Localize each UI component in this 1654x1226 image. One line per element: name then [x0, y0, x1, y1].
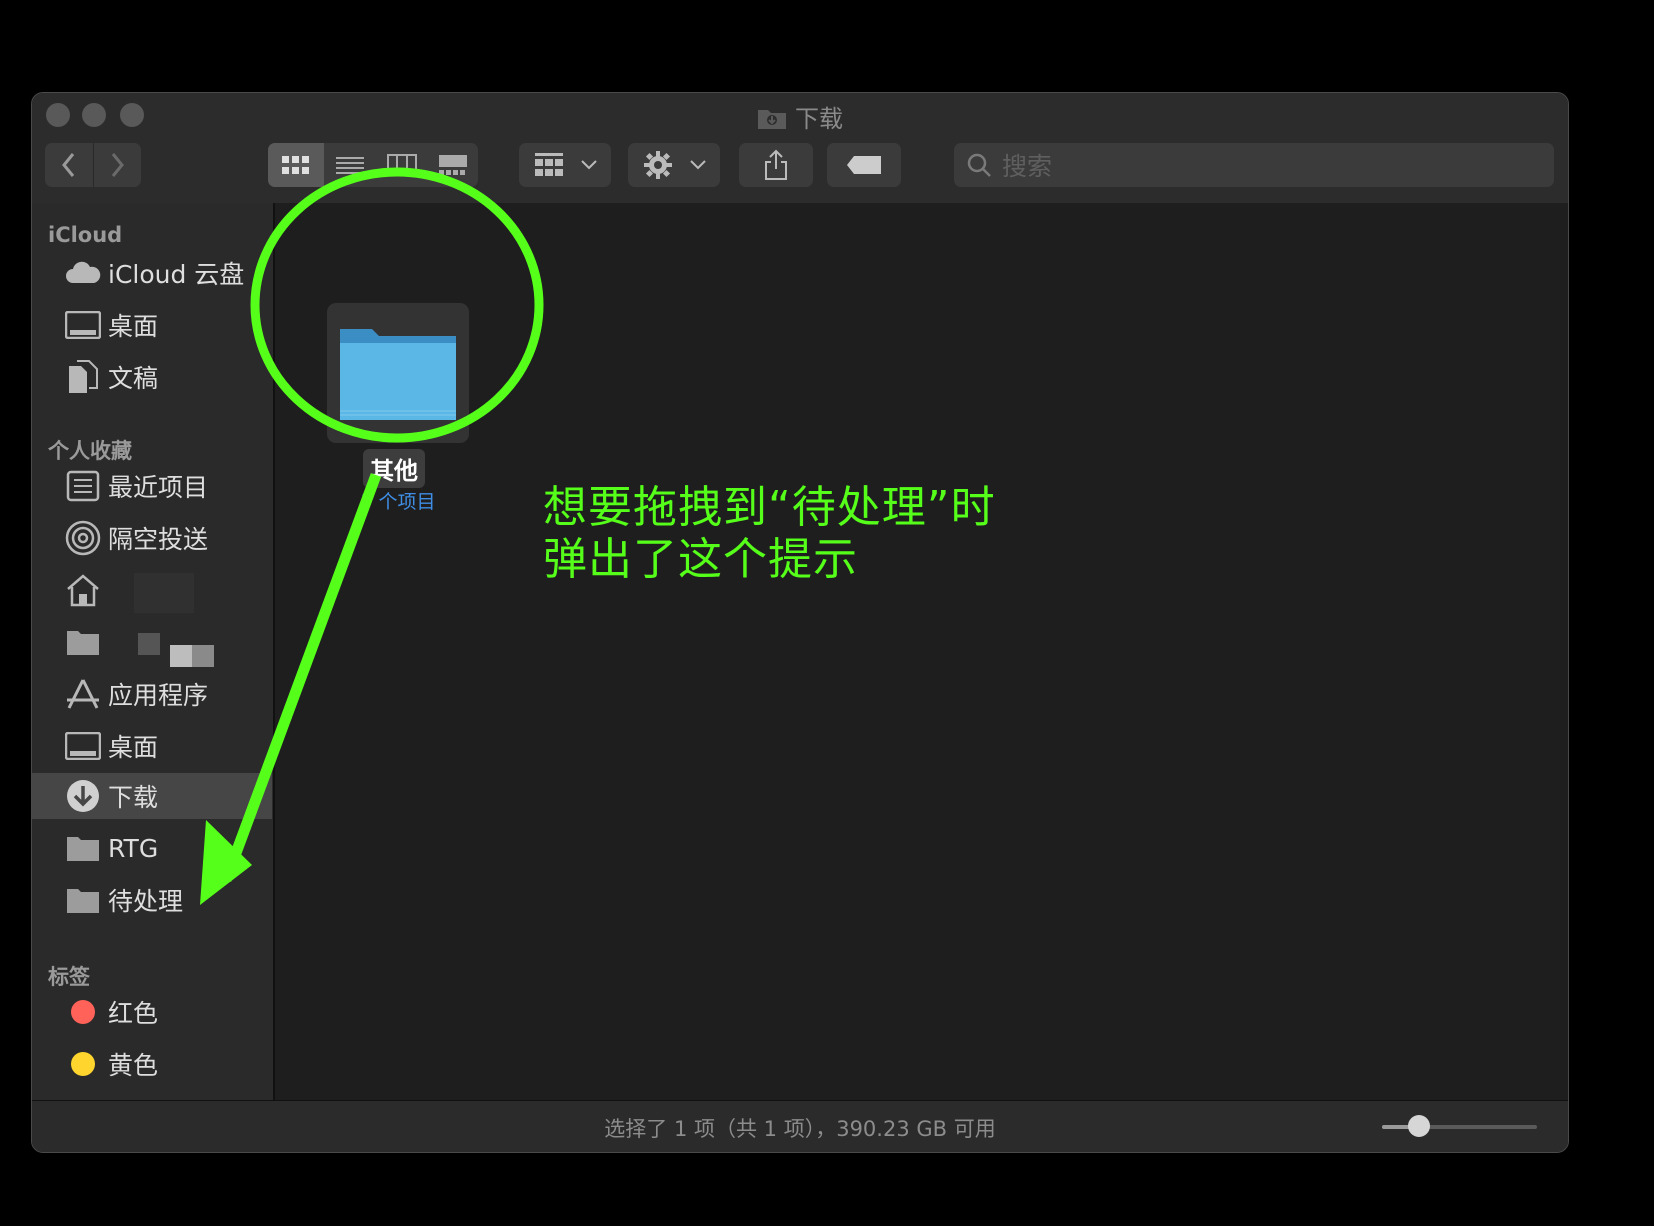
back-button[interactable] — [45, 143, 94, 187]
folder-item-other[interactable] — [327, 303, 469, 443]
icon-size-slider[interactable] — [1382, 1115, 1537, 1137]
chevron-right-icon — [111, 153, 124, 177]
icon-view-button[interactable] — [268, 143, 324, 187]
sidebar-item-documents[interactable]: 文稿 — [32, 354, 272, 400]
sidebar-item-icloud-drive[interactable]: iCloud 云盘 — [32, 250, 272, 296]
sidebar-item-downloads[interactable]: 下载 — [32, 773, 272, 819]
redacted-block — [192, 645, 214, 667]
sidebar-section-icloud: iCloud — [48, 223, 123, 247]
sidebar-item-recents[interactable]: 最近项目 — [32, 463, 272, 509]
tag-icon — [847, 156, 881, 174]
list-icon — [336, 157, 364, 174]
chevron-down-icon — [690, 160, 706, 170]
group-grid-icon — [535, 153, 563, 176]
folder-name-label[interactable]: 其他 — [363, 449, 425, 488]
sidebar-item-icloud-desktop[interactable]: 桌面 — [32, 302, 272, 348]
folder-icon — [64, 628, 102, 656]
desktop-icon — [64, 311, 102, 339]
gallery-view-button[interactable] — [428, 143, 478, 187]
sidebar-item-airdrop[interactable]: 隔空投送 — [32, 515, 272, 561]
window-title-text: 下载 — [795, 105, 843, 133]
title-folder-icon — [757, 106, 787, 136]
grid-icon — [282, 156, 309, 174]
nav-buttons — [45, 143, 141, 187]
action-button[interactable] — [628, 143, 720, 187]
cloud-icon — [64, 261, 102, 285]
folder-icon — [64, 886, 102, 914]
finder-window: 下载 搜索 iCloud iCloud 云盘 桌面 文稿 个人收藏 最近项目 隔… — [31, 92, 1569, 1153]
annotation-text: 想要拖拽到“待处理”时 弹出了这个提示 — [543, 482, 996, 586]
redacted-block — [138, 633, 160, 655]
forward-button[interactable] — [93, 143, 141, 187]
list-view-button[interactable] — [324, 143, 376, 187]
column-view-button[interactable] — [376, 143, 428, 187]
sidebar-item-tag-red[interactable]: 红色 — [32, 989, 272, 1035]
share-button[interactable] — [739, 143, 813, 187]
sidebar-section-favorites: 个人收藏 — [48, 439, 132, 463]
sidebar-section-tags: 标签 — [48, 965, 90, 989]
view-mode-control — [268, 143, 478, 187]
file-area: 其他 5 个项目 — [275, 203, 1568, 1103]
airdrop-icon — [64, 520, 102, 556]
desktop-icon — [64, 732, 102, 760]
chevron-left-icon — [62, 153, 75, 177]
status-text: 选择了 1 项（共 1 项），390.23 GB 可用 — [604, 1117, 996, 1141]
toolbar: 下载 搜索 — [32, 93, 1568, 204]
chevron-down-icon — [581, 160, 597, 170]
sidebar: iCloud iCloud 云盘 桌面 文稿 个人收藏 最近项目 隔空投送 应用… — [32, 203, 275, 1103]
status-bar: 选择了 1 项（共 1 项），390.23 GB 可用 — [32, 1100, 1568, 1152]
sidebar-item-applications[interactable]: 应用程序 — [32, 671, 272, 717]
redacted-block — [170, 645, 192, 667]
annotation-line-2: 弹出了这个提示 — [543, 534, 858, 585]
search-placeholder: 搜索 — [1002, 152, 1053, 181]
red-tag-dot-icon — [64, 999, 102, 1025]
window-title: 下载 — [32, 99, 1568, 136]
sidebar-item-tag-yellow[interactable]: 黄色 — [32, 1041, 272, 1087]
sidebar-item-desktop[interactable]: 桌面 — [32, 723, 272, 769]
group-button[interactable] — [519, 143, 611, 187]
folder-icon — [340, 329, 456, 420]
folder-item-count: 5 个项目 — [360, 491, 436, 513]
gear-icon — [644, 151, 672, 179]
home-icon — [64, 573, 102, 607]
sidebar-item-rtg[interactable]: RTG — [32, 825, 272, 871]
download-icon — [64, 778, 102, 814]
redacted-label — [134, 573, 194, 613]
yellow-tag-dot-icon — [64, 1051, 102, 1077]
recents-icon — [64, 470, 102, 502]
gallery-icon — [439, 155, 467, 175]
search-icon — [967, 153, 991, 177]
tag-button[interactable] — [827, 143, 901, 187]
annotation-line-1: 想要拖拽到“待处理”时 — [543, 482, 996, 533]
folder-icon — [64, 834, 102, 862]
share-icon — [765, 149, 787, 180]
document-icon — [64, 360, 102, 394]
sidebar-item-pending[interactable]: 待处理 — [32, 877, 272, 923]
search-field[interactable]: 搜索 — [954, 143, 1554, 187]
applications-icon — [64, 678, 102, 710]
columns-icon — [387, 154, 417, 176]
